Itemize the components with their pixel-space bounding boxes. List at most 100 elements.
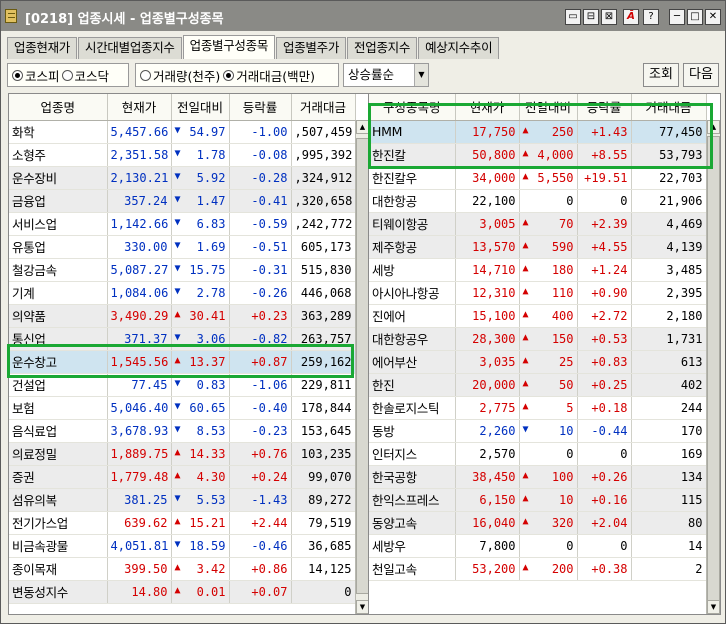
table-row[interactable]: 변동성지수 14.80 ▲ 0.01 +0.07 0 xyxy=(9,580,356,604)
tab-sector-constituents[interactable]: 업종별구성종목 xyxy=(182,35,276,59)
triangle-up-icon: ▲ xyxy=(522,216,529,228)
col-header-change[interactable]: 전일대비 xyxy=(519,94,578,121)
tab-sector-stock-price[interactable]: 업종별주가 xyxy=(276,37,347,59)
chevron-down-icon[interactable]: ▼ xyxy=(414,64,428,86)
tab-sector-index-by-time[interactable]: 시간대별업종지수 xyxy=(78,37,182,59)
table-row[interactable]: 의료정밀 1,889.75 ▲ 14.33 +0.76 103,235 xyxy=(9,442,356,466)
triangle-up-icon: ▲ xyxy=(174,561,181,573)
table-row[interactable]: 화학 5,457.66 ▼ 54.97 -1.00 ,507,459 xyxy=(9,120,356,144)
tab-expected-index[interactable]: 예상지수추이 xyxy=(418,37,500,59)
cell-change: ▼ 6.83 xyxy=(171,212,230,236)
table-row[interactable]: 한익스프레스 6,150 ▲ 10 +0.16 115 xyxy=(369,488,707,512)
table-row[interactable]: 운수장비 2,130.21 ▼ 5.92 -0.28 ,324,912 xyxy=(9,166,356,190)
cell-rate: 0 xyxy=(577,534,632,558)
table-row[interactable]: 아시아나항공 12,310 ▲ 110 +0.90 2,395 xyxy=(369,281,707,305)
table-row[interactable]: 한국공항 38,450 ▲ 100 +0.26 134 xyxy=(369,465,707,489)
cell-price: 381.25 xyxy=(107,488,172,512)
amount-radio[interactable] xyxy=(223,69,235,81)
table-row[interactable]: 세방 14,710 ▲ 180 +1.24 3,485 xyxy=(369,258,707,282)
table-row[interactable]: 건설업 77.45 ▼ 0.83 -1.06 229,811 xyxy=(9,373,356,397)
triangle-up-icon: ▲ xyxy=(522,285,529,297)
table-row[interactable]: 한진칼 50,800 ▲ 4,000 +8.55 53,793 xyxy=(369,143,707,167)
next-button[interactable]: 다음 xyxy=(683,63,719,87)
table-row[interactable]: 한진칼우 34,000 ▲ 5,550 +19.51 22,703 xyxy=(369,166,707,190)
table-row[interactable]: 진에어 15,100 ▲ 400 +2.72 2,180 xyxy=(369,304,707,328)
cell-change: ▼ 5.92 xyxy=(171,166,230,190)
table-row[interactable]: 증권 1,779.48 ▲ 4.30 +0.24 99,070 xyxy=(9,465,356,489)
kospi-radio[interactable] xyxy=(12,69,23,81)
table-row[interactable]: HMM 17,750 ▲ 250 +1.43 77,450 xyxy=(369,120,707,144)
col-header-amount[interactable]: 거래대금 xyxy=(291,94,356,121)
col-header-sector[interactable]: 업종명 xyxy=(9,94,108,121)
table-row[interactable]: 통신업 371.37 ▼ 3.06 -0.82 263,757 xyxy=(9,327,356,351)
kospi-label: 코스피 xyxy=(25,68,60,84)
cell-change: ▲ 15.21 xyxy=(171,511,230,535)
maximize-icon[interactable]: □ xyxy=(687,9,703,25)
cell-rate: +0.86 xyxy=(229,557,292,581)
vertical-scrollbar[interactable]: ▲ ▼ xyxy=(355,120,369,614)
cell-name-value: 천일고속 xyxy=(372,562,417,577)
table-row[interactable]: 티웨이항공 3,005 ▲ 70 +2.39 4,469 xyxy=(369,212,707,236)
table-row[interactable]: 의약품 3,490.29 ▲ 30.41 +0.23 363,289 xyxy=(9,304,356,328)
col-header-stock[interactable]: 구성종목명 xyxy=(369,94,456,121)
table-row[interactable]: 에어부산 3,035 ▲ 25 +0.83 613 xyxy=(369,350,707,374)
table-row[interactable]: 소형주 2,351.58 ▼ 1.78 -0.08 ,995,392 xyxy=(9,143,356,167)
cell-name-value: 한국공항 xyxy=(372,470,417,485)
query-button[interactable]: 조회 xyxy=(643,63,679,87)
table-row[interactable]: 한진 20,000 ▲ 50 +0.25 402 xyxy=(369,373,707,397)
tab-sector-price[interactable]: 업종현재가 xyxy=(7,37,78,59)
scroll-up-icon[interactable]: ▲ xyxy=(707,120,720,134)
cell-change: ▲ 3.42 xyxy=(171,557,230,581)
triangle-up-icon: ▲ xyxy=(522,561,529,573)
cell-price-value: 2,775 xyxy=(479,400,516,415)
table-row[interactable]: 운수창고 1,545.56 ▲ 13.37 +0.87 259,162 xyxy=(9,350,356,374)
minimize-icon[interactable]: ─ xyxy=(669,9,685,25)
col-header-rate[interactable]: 등락률 xyxy=(577,94,632,121)
link-screen-icon[interactable]: ▭ xyxy=(565,9,581,25)
table-row[interactable]: 보험 5,046.40 ▼ 60.65 -0.40 178,844 xyxy=(9,396,356,420)
table-row[interactable]: 인터지스 2,570 0 0 169 xyxy=(369,442,707,466)
cell-change-value: 6.83 xyxy=(196,216,226,231)
table-row[interactable]: 기계 1,084.06 ▼ 2.78 -0.26 446,068 xyxy=(9,281,356,305)
scrollbar-thumb[interactable] xyxy=(707,136,720,602)
cell-rate-value: -0.26 xyxy=(251,285,288,300)
table-row[interactable]: 동방 2,260 ▼ 10 -0.44 170 xyxy=(369,419,707,443)
col-header-amount[interactable]: 거래대금 xyxy=(631,94,707,121)
table-row[interactable]: 유통업 330.00 ▼ 1.69 -0.51 605,173 xyxy=(9,235,356,259)
table-row[interactable]: 음식료업 3,678.93 ▼ 8.53 -0.23 153,645 xyxy=(9,419,356,443)
table-row[interactable]: 서비스업 1,142.66 ▼ 6.83 -0.59 ,242,772 xyxy=(9,212,356,236)
save-icon[interactable]: ⊠ xyxy=(601,9,617,25)
kosdaq-radio[interactable] xyxy=(61,69,73,81)
table-row[interactable]: 금융업 357.24 ▼ 1.47 -0.41 ,320,658 xyxy=(9,189,356,213)
print-icon[interactable]: ⊟ xyxy=(583,9,599,25)
table-row[interactable]: 동양고속 16,040 ▲ 320 +2.04 80 xyxy=(369,511,707,535)
table-row[interactable]: 전기가스업 639.62 ▲ 15.21 +2.44 79,519 xyxy=(9,511,356,535)
table-row[interactable]: 대한항공우 28,300 ▲ 150 +0.53 1,731 xyxy=(369,327,707,351)
sort-select[interactable]: 상승률순 ▼ xyxy=(343,63,429,87)
table-row[interactable]: 대한항공 22,100 0 0 21,906 xyxy=(369,189,707,213)
table-row[interactable]: 제주항공 13,570 ▲ 590 +4.55 4,139 xyxy=(369,235,707,259)
tab-all-sector-index[interactable]: 전업종지수 xyxy=(347,37,418,59)
col-header-rate[interactable]: 등락률 xyxy=(229,94,292,121)
volume-radio[interactable] xyxy=(140,69,151,81)
cell-price: 1,545.56 xyxy=(107,350,172,374)
cell-change-value: 70 xyxy=(559,216,574,231)
col-header-change[interactable]: 전일대비 xyxy=(171,94,230,121)
cell-amount: 21,906 xyxy=(631,189,707,213)
vertical-scrollbar[interactable]: ▲ ▼ xyxy=(706,120,720,614)
close-icon[interactable]: ✕ xyxy=(705,9,721,25)
font-icon[interactable]: Ā xyxy=(623,9,639,25)
table-row[interactable]: 종이목재 399.50 ▲ 3.42 +0.86 14,125 xyxy=(9,557,356,581)
col-header-price[interactable]: 현재가 xyxy=(455,94,520,121)
table-row[interactable]: 섬유의복 381.25 ▼ 5.53 -1.43 89,272 xyxy=(9,488,356,512)
table-row[interactable]: 세방우 7,800 0 0 14 xyxy=(369,534,707,558)
table-row[interactable]: 철강금속 5,087.27 ▼ 15.75 -0.31 515,830 xyxy=(9,258,356,282)
table-row[interactable]: 한솔로지스틱 2,775 ▲ 5 +0.18 244 xyxy=(369,396,707,420)
table-row[interactable]: 비금속광물 4,051.81 ▼ 18.59 -0.46 36,685 xyxy=(9,534,356,558)
help-icon[interactable]: ? xyxy=(643,9,659,25)
cell-name: 금융업 xyxy=(9,189,108,213)
cell-name: 섬유의복 xyxy=(9,488,108,512)
col-header-price[interactable]: 현재가 xyxy=(107,94,172,121)
scroll-down-icon[interactable]: ▼ xyxy=(707,600,720,614)
table-row[interactable]: 천일고속 53,200 ▲ 200 +0.38 2 xyxy=(369,557,707,581)
